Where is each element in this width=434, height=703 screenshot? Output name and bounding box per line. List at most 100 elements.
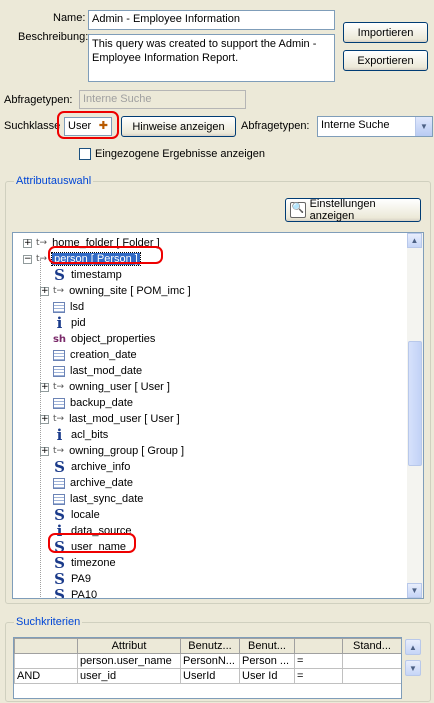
- tree-node-label: object_properties: [71, 333, 156, 345]
- tree-node[interactable]: last_sync_date: [53, 491, 143, 507]
- tree-node-label: archive_info: [71, 461, 131, 473]
- relation-arrow-icon: t→: [53, 286, 65, 296]
- tree-node-label: lsd: [70, 301, 85, 313]
- tree-node-label: archive_date: [70, 477, 133, 489]
- tree-node[interactable]: + t→ last_mod_user [ User ]: [40, 411, 180, 427]
- tree-node-label: owning_group [ Group ]: [69, 445, 185, 457]
- date-table-icon: [53, 493, 65, 505]
- abfragetypen-label: Abfragetypen:: [4, 94, 73, 106]
- criteria-cell[interactable]: AND: [14, 668, 78, 684]
- name-field[interactable]: Admin - Employee Information: [88, 10, 335, 30]
- move-down-button[interactable]: ▼: [405, 660, 421, 676]
- date-table-icon: [53, 301, 65, 313]
- export-button[interactable]: Exportieren: [343, 50, 428, 71]
- criteria-cell[interactable]: Person ...: [239, 653, 295, 669]
- criteria-column-header[interactable]: [14, 638, 78, 654]
- tree-node-label: pid: [71, 317, 86, 329]
- criteria-column-header[interactable]: Benut...: [239, 638, 295, 654]
- short-type-icon: sh: [52, 333, 67, 345]
- show-retracted-label: Eingezogene Ergebnisse anzeigen: [95, 148, 266, 160]
- criteria-row[interactable]: AND user_id UserId User Id =: [14, 668, 401, 684]
- abfragetypen-field-disabled: Interne Suche: [79, 90, 246, 109]
- suchklasse-label: Suchklasse: [4, 120, 61, 132]
- string-type-icon: S: [54, 554, 65, 572]
- criteria-column-header[interactable]: Benutz...: [180, 638, 240, 654]
- name-label: Name:: [53, 12, 86, 24]
- criteria-cell[interactable]: =: [294, 653, 343, 669]
- tree-node-label: owning_site [ POM_imc ]: [69, 285, 191, 297]
- tree-node[interactable]: last_mod_date: [53, 363, 142, 379]
- tree-node-label: PA9: [71, 573, 91, 585]
- move-up-button[interactable]: ▲: [405, 639, 421, 655]
- date-table-icon: [53, 349, 65, 361]
- import-button[interactable]: Importieren: [343, 22, 428, 43]
- criteria-column-header[interactable]: [294, 638, 343, 654]
- tree-node[interactable]: + t→ owning_user [ User ]: [40, 379, 170, 395]
- expand-icon[interactable]: +: [23, 238, 32, 248]
- abfragetypen2-label: Abfragetypen:: [241, 120, 310, 132]
- criteria-cell[interactable]: [14, 653, 78, 669]
- integer-type-icon: i: [56, 314, 63, 332]
- scroll-thumb[interactable]: [408, 341, 422, 466]
- expand-icon[interactable]: +: [40, 286, 49, 296]
- string-type-icon: S: [54, 570, 65, 588]
- criteria-column-header[interactable]: Attribut: [77, 638, 181, 654]
- criteria-cell[interactable]: user_id: [77, 668, 181, 684]
- tree-node-label: last_sync_date: [70, 493, 144, 505]
- tree-node[interactable]: S PA10: [53, 586, 97, 598]
- relation-arrow-icon: t→: [36, 238, 48, 248]
- tree-vertical-scrollbar[interactable]: ▲ ▼: [407, 233, 423, 598]
- show-hints-button[interactable]: Hinweise anzeigen: [121, 116, 236, 137]
- string-type-icon: S: [54, 266, 65, 284]
- criteria-cell[interactable]: [342, 653, 401, 669]
- criteria-cell[interactable]: PersonN...: [180, 653, 240, 669]
- tree-node[interactable]: Sarchive_info: [53, 458, 131, 476]
- show-settings-label: Einstellungen anzeigen: [309, 198, 376, 222]
- criteria-cell[interactable]: UserId: [180, 668, 240, 684]
- tree-node[interactable]: Slocale: [53, 506, 100, 524]
- integer-type-icon: i: [56, 426, 63, 444]
- tree-guide-line: [40, 259, 41, 598]
- expand-icon[interactable]: +: [40, 446, 49, 456]
- tree-node-label: locale: [71, 509, 100, 521]
- tree-node-label: last_mod_date: [70, 365, 143, 377]
- tree-node-label: acl_bits: [71, 429, 109, 441]
- scroll-up-button[interactable]: ▲: [407, 233, 422, 248]
- description-label: Beschreibung:: [18, 31, 89, 43]
- criteria-cell[interactable]: User Id: [239, 668, 295, 684]
- attribute-selection-title: Attributauswahl: [14, 175, 94, 187]
- tree-node[interactable]: lsd: [53, 299, 84, 315]
- criteria-cell[interactable]: person.user_name: [77, 653, 181, 669]
- collapse-icon[interactable]: −: [23, 254, 32, 264]
- tree-node[interactable]: backup_date: [53, 395, 133, 411]
- tree-node[interactable]: S PA9: [53, 570, 91, 588]
- criteria-cell[interactable]: [342, 668, 401, 684]
- description-field[interactable]: This query was created to support the Ad…: [88, 34, 335, 82]
- tree-node[interactable]: + t→ owning_site [ POM_imc ]: [40, 283, 191, 299]
- tree-node[interactable]: i acl_bits: [53, 426, 109, 444]
- abfragetypen-select[interactable]: Interne Suche ▼: [317, 116, 433, 137]
- tree-node[interactable]: Stimezone: [53, 554, 116, 572]
- tree-node[interactable]: creation_date: [53, 347, 137, 363]
- relation-arrow-icon: t→: [53, 446, 65, 456]
- search-criteria-title: Suchkriterien: [14, 616, 83, 628]
- highlight-user-name: [48, 533, 136, 553]
- tree-node[interactable]: Stimestamp: [53, 266, 122, 284]
- tree-node-label: owning_user [ User ]: [69, 381, 170, 393]
- abfragetypen-select-value: Interne Suche: [321, 119, 390, 131]
- show-settings-button[interactable]: 🔍 Einstellungen anzeigen: [285, 198, 421, 222]
- tree-node[interactable]: + t→ owning_group [ Group ]: [40, 443, 184, 459]
- tree-node-label: creation_date: [70, 349, 137, 361]
- criteria-cell[interactable]: =: [294, 668, 343, 684]
- show-retracted-checkbox[interactable]: [79, 148, 91, 160]
- tree-node[interactable]: archive_date: [53, 475, 133, 491]
- expand-icon[interactable]: +: [40, 414, 49, 424]
- scroll-down-button[interactable]: ▼: [407, 583, 422, 598]
- expand-icon[interactable]: +: [40, 382, 49, 392]
- criteria-row[interactable]: person.user_name PersonN... Person ... =: [14, 653, 401, 669]
- chevron-down-icon[interactable]: ▼: [415, 117, 432, 136]
- tree-node-label: last_mod_user [ User ]: [69, 413, 180, 425]
- tree-node[interactable]: i pid: [53, 314, 86, 332]
- criteria-column-header[interactable]: Stand...: [342, 638, 401, 654]
- tree-node[interactable]: sh object_properties: [53, 331, 155, 347]
